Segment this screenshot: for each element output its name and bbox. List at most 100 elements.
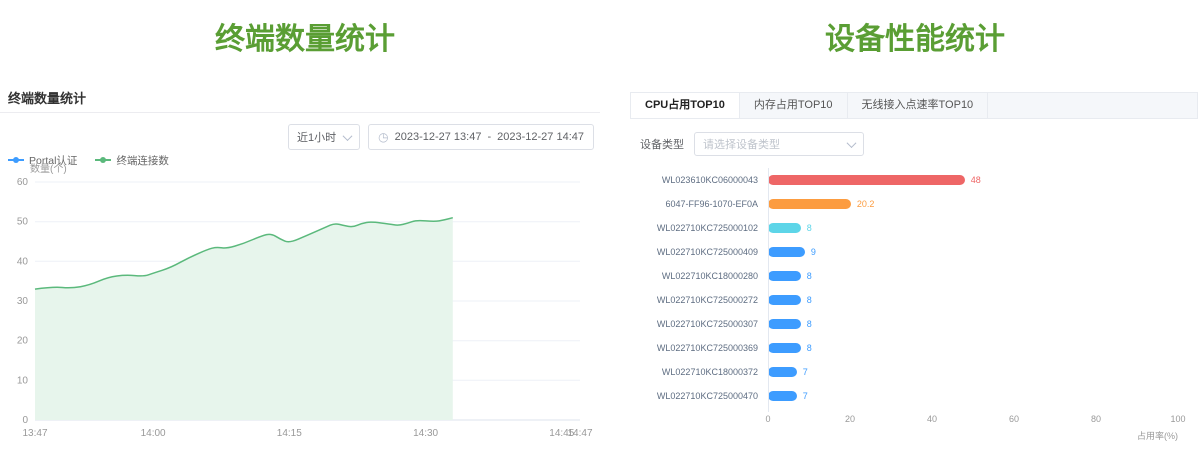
bar-row: WL022710KC725000470 7	[630, 384, 1178, 408]
bar-track: 8	[768, 223, 1178, 233]
device-type-label: 设备类型	[640, 136, 684, 152]
svg-text:40: 40	[17, 256, 29, 267]
terminal-line-chart: 数量(个) 0 10 20 30 40 50 60 13:47 14:00 14:15 14:30 14…	[0, 162, 600, 452]
time-range-select[interactable]: 近1小时	[288, 124, 360, 150]
bar-value: 20.2	[857, 199, 875, 209]
tab-bar: CPU占用TOP10内存占用TOP10无线接入点速率TOP10	[630, 92, 1198, 119]
bar-row: WL023610KC06000043 48	[630, 168, 1178, 192]
x-axis: 020406080100	[630, 414, 1178, 426]
device-perf-section: 设备性能统计 CPU占用TOP10内存占用TOP10无线接入点速率TOP10 设…	[630, 0, 1200, 456]
svg-text:14:00: 14:00	[141, 428, 166, 439]
bar-row: WL022710KC725000102 8	[630, 216, 1178, 240]
svg-text:60: 60	[17, 177, 29, 188]
bar-value: 8	[807, 319, 812, 329]
terminal-stats-section: 终端数量统计 终端数量统计 近1小时 ◷ 2023-12-27 13:47 - …	[0, 0, 610, 456]
bar-value: 8	[807, 295, 812, 305]
device-type-placeholder: 请选择设备类型	[703, 136, 780, 152]
x-axis-tick: 0	[765, 414, 770, 424]
bar-row: WL022710KC725000307 8	[630, 312, 1178, 336]
bar-track: 8	[768, 319, 1178, 329]
bar-value: 7	[803, 391, 808, 401]
bar-label: 6047-FF96-1070-EF0A	[630, 199, 768, 209]
bar-label: WL022710KC725000102	[630, 223, 768, 233]
bar-track: 20.2	[768, 199, 1178, 209]
legend-marker	[95, 159, 111, 161]
time-range-value: 近1小时	[297, 129, 336, 145]
cpu-top10-bar-chart: WL023610KC06000043 48 6047-FF96-1070-EF0A 2…	[630, 168, 1200, 442]
bar-row: WL022710KC18000280 8	[630, 264, 1178, 288]
device-perf-section-title: 设备性能统计	[630, 14, 1200, 58]
bar-value: 7	[803, 367, 808, 377]
bar-label: WL022710KC18000372	[630, 367, 768, 377]
terminal-panel-title: 终端数量统计	[8, 88, 86, 107]
bar-track: 9	[768, 247, 1178, 257]
bar	[768, 199, 851, 209]
bar	[768, 391, 797, 401]
terminal-section-title: 终端数量统计	[0, 14, 610, 58]
bar-row: 6047-FF96-1070-EF0A 20.2	[630, 192, 1178, 216]
x-axis-tick: 100	[1170, 414, 1185, 424]
date-range-picker[interactable]: ◷ 2023-12-27 13:47 - 2023-12-27 14:47	[368, 124, 594, 150]
bar-label: WL022710KC725000470	[630, 391, 768, 401]
bar-value: 8	[807, 223, 812, 233]
svg-text:10: 10	[17, 375, 29, 386]
bar-track: 8	[768, 343, 1178, 353]
x-axis-tick: 60	[1009, 414, 1019, 424]
legend-marker	[8, 159, 24, 161]
bar-label: WL022710KC725000369	[630, 343, 768, 353]
bar-label: WL022710KC725000272	[630, 295, 768, 305]
bar	[768, 295, 801, 305]
tab-2[interactable]: 内存占用TOP10	[740, 93, 848, 118]
bar	[768, 271, 801, 281]
bar-track: 7	[768, 391, 1178, 401]
bar-label: WL022710KC725000307	[630, 319, 768, 329]
bar-row: WL022710KC725000369 8	[630, 336, 1178, 360]
svg-text:50: 50	[17, 217, 29, 228]
bar	[768, 343, 801, 353]
chevron-down-icon	[343, 131, 353, 141]
svg-text:14:30: 14:30	[413, 428, 438, 439]
svg-text:20: 20	[17, 336, 29, 347]
bar-value: 9	[811, 247, 816, 257]
bar-track: 8	[768, 271, 1178, 281]
bar-track: 7	[768, 367, 1178, 377]
bar-value: 8	[807, 271, 812, 281]
bar-value: 8	[807, 343, 812, 353]
date-end: 2023-12-27 14:47	[497, 131, 584, 143]
x-axis-tick: 80	[1091, 414, 1101, 424]
device-type-filter: 设备类型 请选择设备类型	[640, 132, 864, 156]
svg-text:14:15: 14:15	[277, 428, 302, 439]
bar-row: WL022710KC725000409 9	[630, 240, 1178, 264]
bar-track: 8	[768, 295, 1178, 305]
x-axis-tick: 40	[927, 414, 937, 424]
bar	[768, 319, 801, 329]
bar	[768, 223, 801, 233]
chart-controls: 近1小时 ◷ 2023-12-27 13:47 - 2023-12-27 14:…	[288, 124, 594, 150]
panel-divider	[0, 112, 600, 113]
bar-label: WL022710KC725000409	[630, 247, 768, 257]
tab-1[interactable]: CPU占用TOP10	[631, 93, 740, 118]
clock-icon: ◷	[378, 131, 388, 143]
bar-label: WL022710KC18000280	[630, 271, 768, 281]
bar	[768, 175, 965, 185]
bar	[768, 367, 797, 377]
bar-row: WL022710KC725000272 8	[630, 288, 1178, 312]
chevron-down-icon	[847, 138, 857, 148]
svg-text:0: 0	[22, 415, 28, 426]
date-separator: -	[487, 131, 491, 143]
svg-text:14:47: 14:47	[567, 428, 592, 439]
bar-label: WL023610KC06000043	[630, 175, 768, 185]
x-axis-tick: 20	[845, 414, 855, 424]
svg-text:13:47: 13:47	[22, 428, 47, 439]
bar-value: 48	[971, 175, 981, 185]
svg-text:30: 30	[17, 296, 29, 307]
bar	[768, 247, 805, 257]
date-start: 2023-12-27 13:47	[395, 131, 482, 143]
svg-text:数量(个): 数量(个)	[30, 162, 67, 175]
y-axis-line	[768, 168, 769, 412]
tab-3[interactable]: 无线接入点速率TOP10	[848, 93, 989, 118]
x-axis-label: 占用率(%)	[630, 429, 1178, 442]
bar-track: 48	[768, 175, 1178, 185]
bar-row: WL022710KC18000372 7	[630, 360, 1178, 384]
device-type-select[interactable]: 请选择设备类型	[694, 132, 864, 156]
